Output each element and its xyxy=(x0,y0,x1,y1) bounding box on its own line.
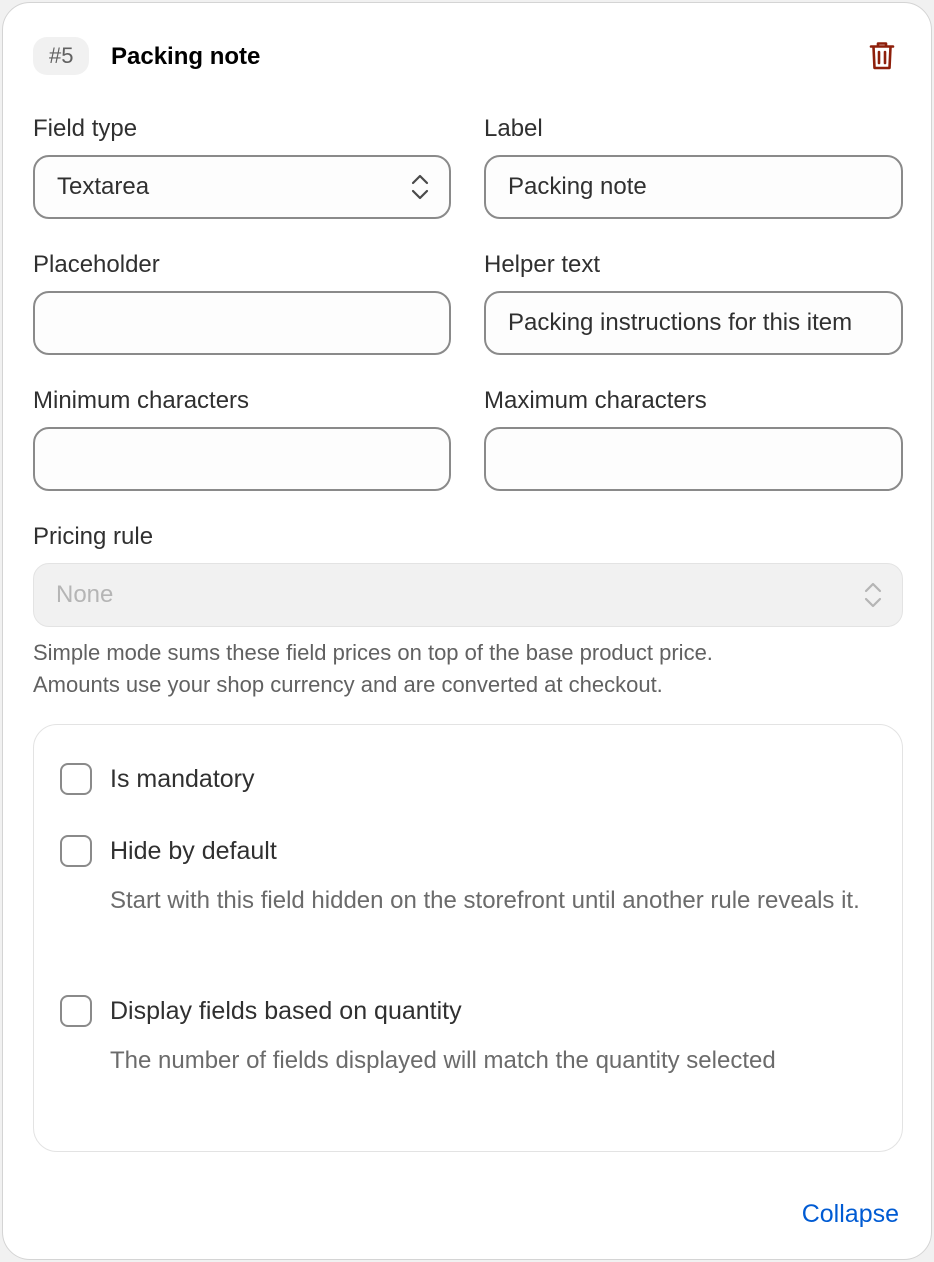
field-index-badge: #5 xyxy=(33,37,90,75)
field-type-label: Field type xyxy=(33,115,138,142)
pricing-rule-select[interactable]: None xyxy=(33,563,903,627)
max-chars-input[interactable] xyxy=(484,427,903,491)
is-mandatory-label[interactable]: Is mandatory xyxy=(110,761,255,797)
pricing-help-text: Simple mode sums these field prices on t… xyxy=(33,637,913,701)
delete-button[interactable] xyxy=(865,39,899,73)
min-chars-input[interactable] xyxy=(33,427,451,491)
helper-text-input[interactable]: Packing instructions for this item xyxy=(484,291,903,355)
display-by-quantity-label[interactable]: Display fields based on quantity xyxy=(110,993,462,1029)
field-type-value: Textarea xyxy=(57,173,150,200)
label-input[interactable]: Packing note xyxy=(484,155,903,219)
field-title: Packing note xyxy=(111,43,261,70)
is-mandatory-checkbox[interactable] xyxy=(60,763,92,795)
pricing-help-line: Amounts use your shop currency and are c… xyxy=(33,672,663,697)
hide-by-default-description: Start with this field hidden on the stor… xyxy=(110,887,860,914)
display-by-quantity-checkbox[interactable] xyxy=(60,995,92,1027)
collapse-link[interactable]: Collapse xyxy=(802,1197,899,1231)
field-type-select[interactable]: Textarea xyxy=(33,155,451,219)
placeholder-label: Placeholder xyxy=(33,251,160,278)
trash-icon xyxy=(869,42,895,70)
field-card: #5 Packing note Field type Textarea Labe… xyxy=(2,2,932,1260)
select-arrows-icon xyxy=(411,174,429,200)
hide-by-default-label[interactable]: Hide by default xyxy=(110,833,277,869)
helper-text-label: Helper text xyxy=(484,251,601,278)
options-panel: Is mandatory Hide by default Start with … xyxy=(33,724,903,1152)
pricing-help-line: Simple mode sums these field prices on t… xyxy=(33,640,713,665)
pricing-rule-label: Pricing rule xyxy=(33,523,154,550)
placeholder-input[interactable] xyxy=(33,291,451,355)
select-arrows-icon xyxy=(864,582,882,608)
card-header: #5 Packing note xyxy=(33,37,901,77)
max-chars-label: Maximum characters xyxy=(484,387,707,414)
label-input-value: Packing note xyxy=(508,173,647,200)
label-field-label: Label xyxy=(484,115,543,142)
min-chars-label: Minimum characters xyxy=(33,387,250,414)
display-by-quantity-description: The number of fields displayed will matc… xyxy=(110,1047,776,1074)
hide-by-default-checkbox[interactable] xyxy=(60,835,92,867)
helper-text-input-value: Packing instructions for this item xyxy=(508,309,853,336)
pricing-rule-value: None xyxy=(56,581,114,608)
